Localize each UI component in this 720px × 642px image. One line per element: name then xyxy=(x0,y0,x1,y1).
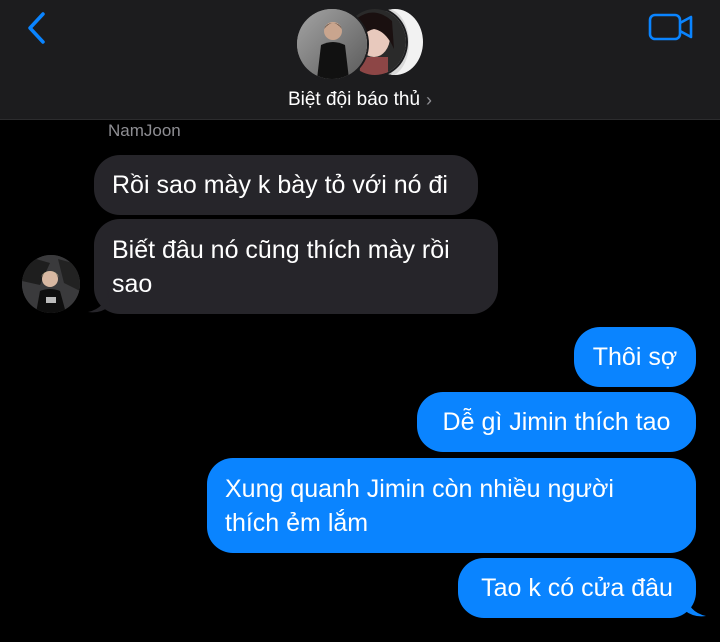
message-text: Thôi sợ xyxy=(592,343,678,371)
video-camera-icon xyxy=(648,13,693,41)
message-text: Dễ gì Jimin thích tao xyxy=(442,408,671,436)
message-text-line-1: Xung quanh Jimin còn nhiều người xyxy=(225,474,614,503)
bubble-tail xyxy=(88,290,110,313)
message-text-line-2: thích ẻm lắm xyxy=(225,508,369,537)
chevron-right-icon: › xyxy=(426,89,433,110)
incoming-message[interactable]: Rồi sao mày k bày tỏ với nó đi xyxy=(94,155,478,215)
outgoing-message[interactable]: Xung quanh Jimin còn nhiều người thích ẻ… xyxy=(207,458,696,553)
message-text: Tao k có cửa đâu xyxy=(481,574,673,602)
bubble-tail xyxy=(684,594,706,617)
message-text: Rồi sao mày k bày tỏ với nó đi xyxy=(112,171,448,199)
video-call-button[interactable] xyxy=(648,12,694,42)
outgoing-message[interactable]: Tao k có cửa đâu xyxy=(458,558,696,618)
chevron-left-icon xyxy=(28,12,45,44)
member-avatar-1 xyxy=(295,7,369,81)
group-title[interactable]: Biệt đội báo thủ › xyxy=(250,88,470,112)
avatar[interactable] xyxy=(22,255,80,313)
chat-header: Biệt đội báo thủ › xyxy=(0,0,720,120)
incoming-message[interactable]: Biết đâu nó cũng thích mày rồi sao xyxy=(94,219,498,314)
sender-name: NamJoon xyxy=(108,121,181,140)
outgoing-message[interactable]: Thôi sợ xyxy=(574,327,696,387)
outgoing-message[interactable]: Dễ gì Jimin thích tao xyxy=(417,392,696,452)
group-title-text: Biệt đội báo thủ xyxy=(287,89,421,110)
message-text-line-2: sao xyxy=(112,269,153,298)
message-text-line-1: Biết đâu nó cũng thích mày rồi xyxy=(112,235,450,264)
back-button[interactable] xyxy=(22,10,54,46)
group-avatar[interactable] xyxy=(295,7,425,81)
